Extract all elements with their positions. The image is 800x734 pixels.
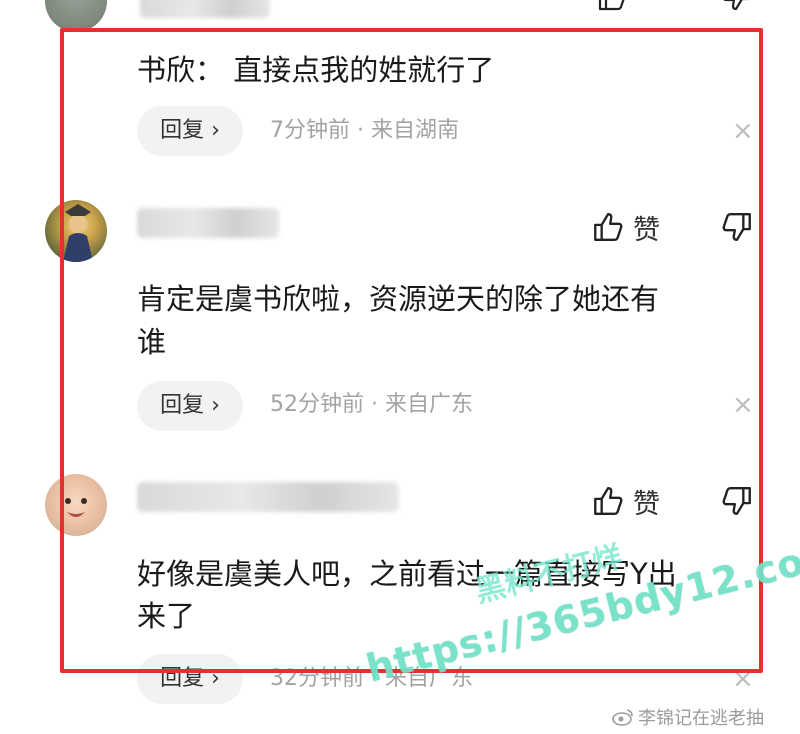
- thumbs-down-icon[interactable]: [722, 0, 752, 12]
- weibo-watermark: 李锦记在逃老抽: [612, 704, 764, 730]
- weibo-watermark-text: 李锦记在逃老抽: [638, 708, 764, 729]
- username-blurred-top: [140, 0, 270, 18]
- weibo-icon: [612, 708, 634, 726]
- thumbs-up-icon[interactable]: [596, 0, 626, 12]
